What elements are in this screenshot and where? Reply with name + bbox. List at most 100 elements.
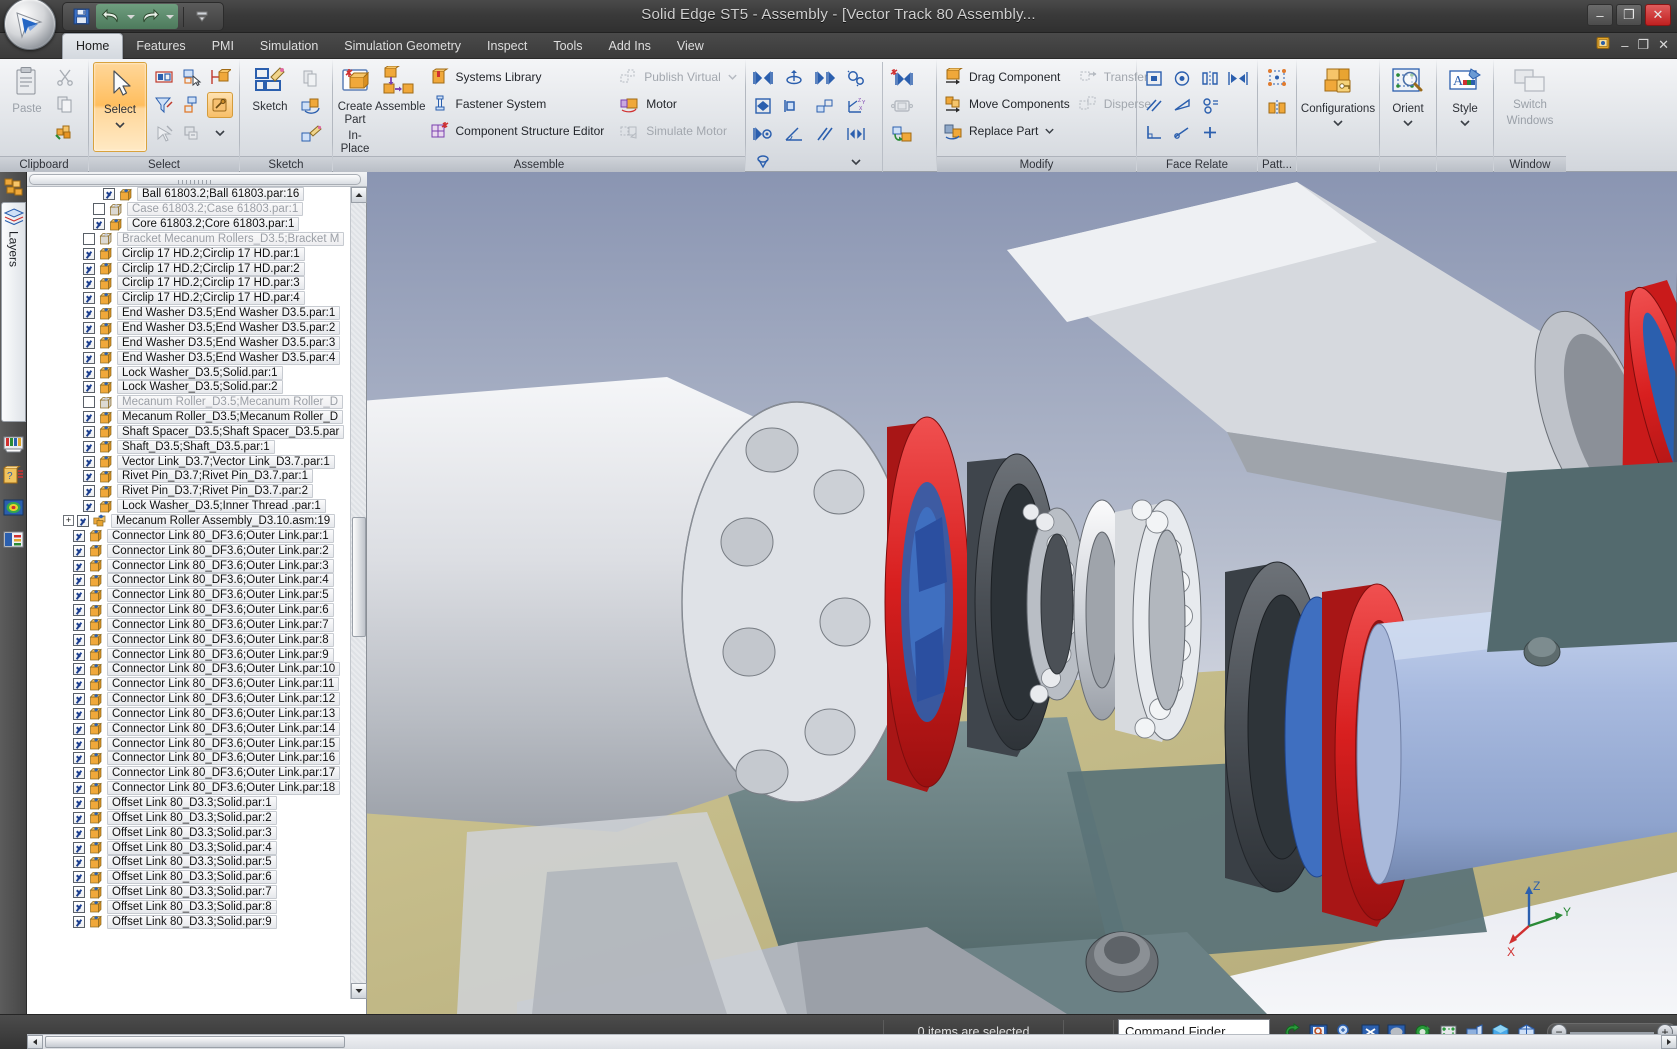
relate-new-relationship-button[interactable] [889,65,915,91]
tree-item[interactable]: End Washer D3.5;End Washer D3.5.par:2 [27,321,351,336]
library-icon[interactable] [0,428,27,458]
relate-capture-fit-button[interactable] [889,121,915,147]
tree-item-checkbox[interactable] [73,560,85,572]
tree-item-checkbox[interactable] [83,248,95,260]
relate-angle2-button[interactable] [781,121,807,147]
tree-item-checkbox[interactable] [83,426,95,438]
tree-item[interactable]: Offset Link 80_D3.3;Solid.par:8 [27,900,351,915]
configurations-button[interactable]: Configurations [1301,62,1375,156]
tree-item[interactable]: Connector Link 80_DF3.6;Outer Link.par:7 [27,617,351,632]
tree-item[interactable]: Connector Link 80_DF3.6;Outer Link.par:1… [27,677,351,692]
help-icon[interactable] [1595,36,1612,54]
tab-features[interactable]: Features [123,34,198,59]
tree-item-checkbox[interactable] [73,723,85,735]
tree-item-checkbox[interactable] [103,188,115,200]
tab-home[interactable]: Home [62,33,123,59]
face-relate-tangent-button[interactable] [1169,92,1195,118]
select-all-button[interactable] [151,64,177,90]
tab-add-ins[interactable]: Add Ins [596,34,664,59]
tree-item[interactable]: Circlip 17 HD.2;Circlip 17 HD.par:2 [27,261,351,276]
select-more-dropdown[interactable] [207,120,233,146]
relate-mate-button[interactable] [750,65,776,91]
tree-item-checkbox[interactable] [83,292,95,304]
redo-button[interactable] [137,5,163,29]
sketch-project-button[interactable] [298,93,324,119]
tree-item[interactable]: Lock Washer_D3.5;Inner Thread .par:1 [27,499,351,514]
window-minimize-button[interactable]: – [1587,4,1613,26]
scroll-right-button[interactable] [1661,1035,1677,1049]
tree-item[interactable]: Connector Link 80_DF3.6;Outer Link.par:5 [27,588,351,603]
tree-item-checkbox[interactable] [73,663,85,675]
select-tool-button[interactable]: Select [93,62,147,152]
sketch-edit-button[interactable] [298,121,324,147]
select-similar-button[interactable] [179,64,205,90]
face-relate-perpendicular-button[interactable] [1141,119,1167,145]
tree-item[interactable]: Connector Link 80_DF3.6;Outer Link.par:1… [27,707,351,722]
relate-planar-align-button[interactable] [812,65,838,91]
select-tool-active-button[interactable] [207,92,233,118]
tree-item-checkbox[interactable] [73,634,85,646]
select-by-plane-button[interactable] [207,64,233,90]
tab-simulation[interactable]: Simulation [247,34,331,59]
systems-library-button[interactable]: Systems Library [428,64,611,90]
tree-item[interactable]: Connector Link 80_DF3.6;Outer Link.par:9 [27,647,351,662]
tree-expand-toggle[interactable]: + [63,515,74,526]
tree-item[interactable]: Offset Link 80_D3.3;Solid.par:2 [27,810,351,825]
viewport-scroll-thumb[interactable] [45,1036,345,1048]
tree-item-checkbox[interactable] [73,782,85,794]
tree-item[interactable]: Connector Link 80_DF3.6;Outer Link.par:6 [27,603,351,618]
tree-item[interactable]: Lock Washer_D3.5;Solid.par:1 [27,365,351,380]
tree-item[interactable]: Mecanum Roller_D3.5;Mecanum Roller_D [27,395,351,410]
tree-item-checkbox[interactable] [73,827,85,839]
sensors-icon[interactable]: ? [0,460,27,490]
relate-assistant-button[interactable] [889,93,915,119]
copy-button[interactable] [52,91,78,117]
select-subassembly-button[interactable] [179,92,205,118]
tree-vertical-scrollbar[interactable] [350,187,366,999]
select-visible-button[interactable] [151,120,177,146]
tree-item-checkbox[interactable] [83,277,95,289]
tree-item[interactable]: End Washer D3.5;End Washer D3.5.par:4 [27,350,351,365]
tree-item-checkbox[interactable] [73,604,85,616]
tree-item[interactable]: Shaft_D3.5;Shaft_D3.5.par:1 [27,439,351,454]
tree-item[interactable]: Bracket Mecanum Rollers_D3.5;Bracket M [27,232,351,247]
relate-range-button[interactable] [843,121,869,147]
tree-item-checkbox[interactable] [73,530,85,542]
properties-icon[interactable] [0,524,27,554]
save-button[interactable] [68,5,94,29]
tab-tools[interactable]: Tools [540,34,595,59]
tree-item[interactable]: End Washer D3.5;End Washer D3.5.par:3 [27,335,351,350]
select-options-button[interactable] [179,120,205,146]
tree-item-checkbox[interactable] [73,649,85,661]
tree-item[interactable]: Connector Link 80_DF3.6;Outer Link.par:8 [27,632,351,647]
tree-item[interactable]: Connector Link 80_DF3.6;Outer Link.par:1… [27,692,351,707]
tree-item-checkbox[interactable] [73,545,85,557]
tree-item-checkbox[interactable] [93,203,105,215]
sidebar-tab-layers[interactable]: Layers [1,202,26,422]
graphics-viewport[interactable]: Z Y X [367,172,1677,1014]
tree-item-checkbox[interactable] [83,411,95,423]
tree-scroll-down-button[interactable] [351,983,367,999]
tree-item-checkbox[interactable] [73,589,85,601]
tree-top-scrollbar[interactable] [27,172,367,187]
tree-item[interactable]: Connector Link 80_DF3.6;Outer Link.par:4 [27,573,351,588]
component-structure-editor-button[interactable]: Component Structure Editor [428,118,611,144]
tree-item-checkbox[interactable] [83,352,95,364]
tree-item[interactable]: Connector Link 80_DF3.6;Outer Link.par:1… [27,781,351,796]
ribbon-restore-button[interactable]: ❐ [1637,37,1649,53]
undo-dropdown[interactable] [124,5,137,29]
pattern-button[interactable] [1264,65,1290,91]
face-relate-add-button[interactable] [1197,119,1223,145]
tree-item-checkbox[interactable] [73,678,85,690]
tree-item[interactable]: Offset Link 80_D3.3;Solid.par:6 [27,870,351,885]
tree-item-checkbox[interactable] [73,871,85,883]
tree-item-checkbox[interactable] [73,752,85,764]
tree-item-checkbox[interactable] [83,322,95,334]
face-relate-symmetric-button[interactable] [1197,65,1223,91]
relate-angle-button[interactable] [812,93,838,119]
tree-item-checkbox[interactable] [73,916,85,928]
move-components-button[interactable]: Move Components [941,91,1076,117]
face-relate-equal-button[interactable] [1197,92,1223,118]
tree-item-checkbox[interactable] [93,218,105,230]
tree-item-checkbox[interactable] [83,456,95,468]
